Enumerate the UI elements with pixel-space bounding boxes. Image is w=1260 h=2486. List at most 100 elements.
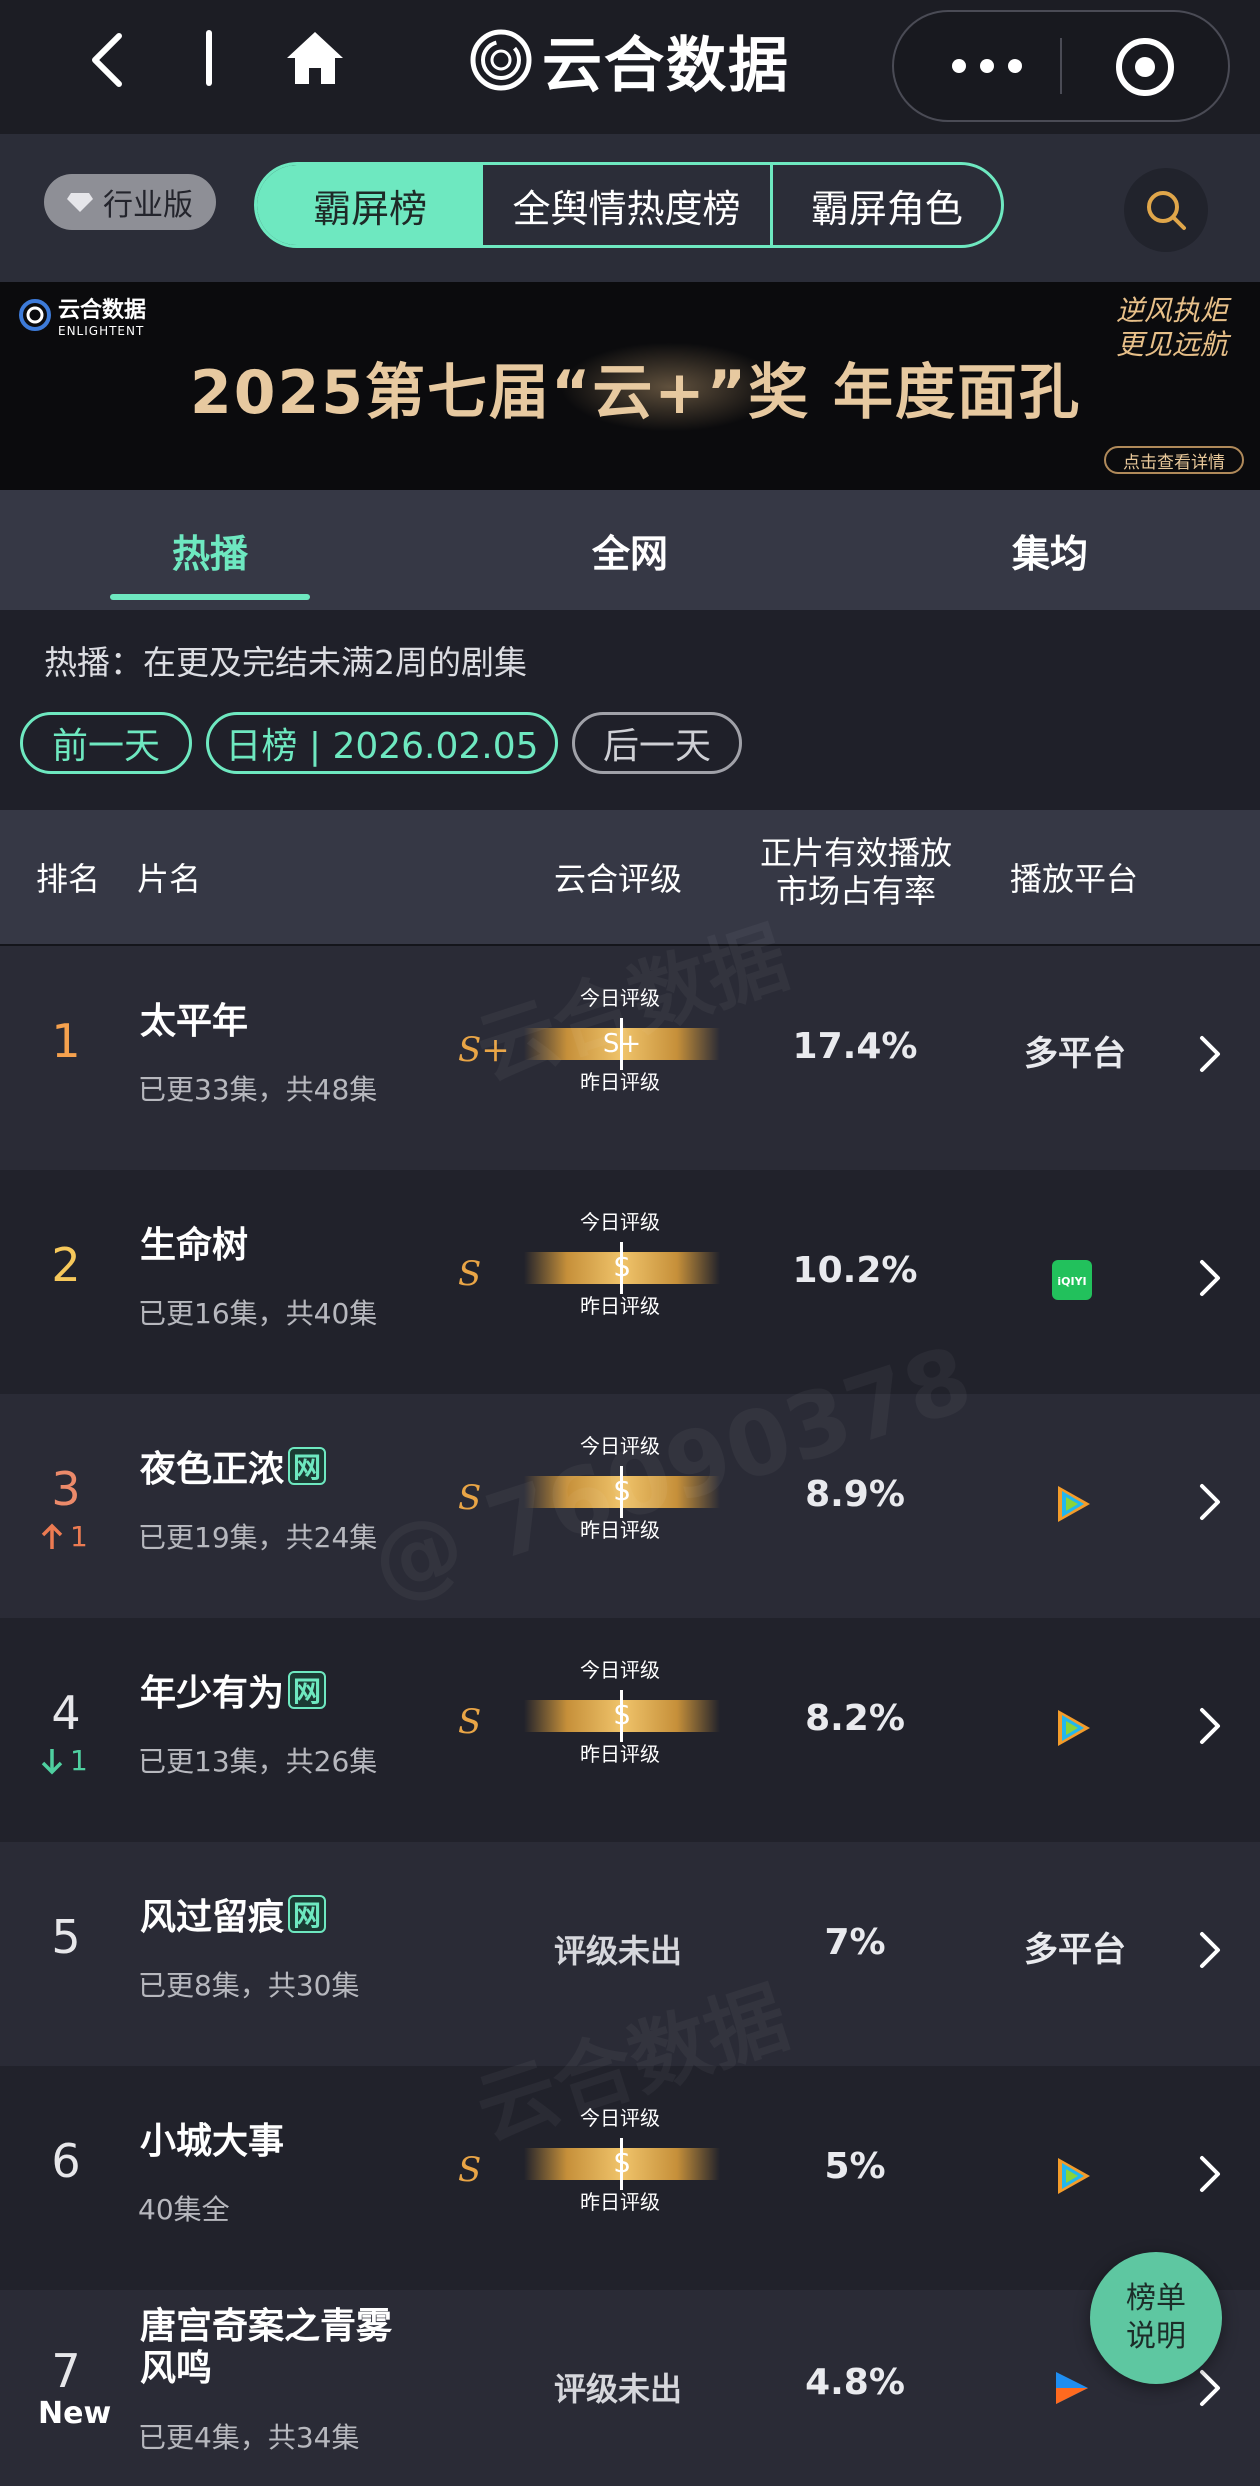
banner-title: 2025第七届“云+”奖 年度面孔: [190, 358, 1082, 428]
banner-logo-cn: 云合数据: [58, 298, 147, 323]
web-series-badge: 网: [288, 1895, 327, 1933]
rating-yesterday-label: 昨日评级: [580, 2190, 660, 2214]
table-row[interactable]: 4 1 年少有为网 已更13集，共26集 S 今日评级 S 昨日评级 8.2%: [0, 1618, 1260, 1842]
show-title-text: 夜色正浓: [140, 1449, 285, 1490]
episode-progress: 40集全: [138, 2193, 230, 2226]
rating-bar-grade: S+: [602, 1029, 642, 1059]
ranking-type-segmented-control: 霸屏榜 全舆情热度榜 霸屏角色: [254, 162, 1004, 248]
svg-text:iQIYI: iQIYI: [1057, 1275, 1086, 1288]
home-icon: [287, 32, 343, 84]
chevron-right-icon: [1200, 1932, 1220, 1968]
table-row[interactable]: 2 生命树 已更16集，共40集 S 今日评级 S 昨日评级 10.2% iQI…: [0, 1170, 1260, 1394]
rating-bar: S+: [524, 1018, 720, 1070]
banner-logo-en: ENLIGHTENT: [58, 324, 145, 338]
chevron-right-icon: [1200, 1484, 1220, 1520]
home-button[interactable]: [283, 28, 347, 88]
platform-text: 多平台: [1024, 1930, 1126, 1970]
rank-change: 1: [70, 1520, 88, 1553]
rating-yesterday-label: 昨日评级: [580, 1070, 660, 1094]
table-row[interactable]: 5 风过留痕网 已更8集，共30集 评级未出 7% 多平台: [0, 1842, 1260, 2066]
table-row[interactable]: 3 1 夜色正浓网 已更19集，共24集 S 今日评级 S 昨日评级 8.9%: [0, 1394, 1260, 1618]
grade-label: S: [458, 1254, 482, 1294]
rating-indicator: 今日评级 S+ 昨日评级: [520, 982, 730, 1094]
search-button[interactable]: [1124, 168, 1208, 252]
rating-today-label: 今日评级: [580, 1658, 660, 1682]
grade-label: S: [458, 2150, 482, 2190]
table-row[interactable]: 7 New 唐宫奇案之青雾 风鸣 已更4集，共34集 评级未出 4.8%: [0, 2290, 1260, 2486]
rank-number: 3: [51, 1462, 81, 1516]
mini-program-capsule: [892, 10, 1230, 122]
rating-bar-grade: S: [613, 2149, 631, 2179]
segment-screen-roles[interactable]: 霸屏角色: [773, 165, 1001, 245]
tab-per-episode[interactable]: 集均: [950, 490, 1150, 610]
rank-number: 4: [51, 1686, 81, 1740]
grade-label: S+: [458, 1030, 510, 1070]
promo-banner[interactable]: 云合数据 ENLIGHTENT 2025第七届“云+”奖 年度面孔 逆风执炬 更…: [0, 282, 1260, 490]
table-row[interactable]: 1 太平年 已更33集，共48集 S+ 今日评级 S+ 昨日评级 17.4% 多…: [0, 946, 1260, 1170]
youku-icon: [1056, 2372, 1088, 2404]
rank-number: 6: [51, 2134, 81, 2188]
show-title: 夜色正浓网: [140, 1440, 327, 1492]
next-day-button[interactable]: 后一天: [572, 712, 742, 774]
chevron-right-icon: [1200, 1036, 1220, 1072]
header-platform: 播放平台: [1010, 860, 1139, 898]
rating-bar: S: [524, 2138, 720, 2190]
current-date-picker[interactable]: 日榜 | 2026.02.05: [206, 712, 558, 774]
rank-number: 1: [51, 1014, 81, 1068]
rating-indicator: 今日评级 S 昨日评级: [520, 1206, 730, 1318]
header-share-line1: 正片有效播放: [759, 834, 952, 872]
ranking-explanation-button[interactable]: 榜单 说明: [1090, 2252, 1222, 2384]
rating-bar-grade: S: [613, 1253, 631, 1283]
header-share: 正片有效播放 市场占有率: [758, 834, 954, 910]
industry-edition-button[interactable]: 行业版: [44, 174, 216, 230]
more-button[interactable]: [942, 42, 1032, 90]
rating-bar: S: [524, 1690, 720, 1742]
rating-bar-grade: S: [613, 1701, 631, 1731]
tab-hot[interactable]: 热播: [110, 490, 310, 610]
banner-logo: 云合数据 ENLIGHTENT: [18, 292, 146, 338]
bar-separator: [206, 30, 212, 86]
more-dot: [1008, 59, 1022, 73]
table-row[interactable]: 6 小城大事 40集全 S 今日评级 S 昨日评级 5%: [0, 2066, 1260, 2290]
market-share: 8.9%: [805, 1474, 905, 1515]
show-title-text: 小城大事: [140, 2121, 285, 2162]
arrow-up-icon: [41, 1523, 63, 1549]
header-share-line2: 市场占有率: [775, 872, 936, 910]
banner-detail-button[interactable]: 点击查看详情: [1104, 446, 1244, 474]
show-title-line1: 唐宫奇案之青雾: [140, 2306, 393, 2347]
show-title: 唐宫奇案之青雾 风鸣: [140, 2306, 392, 2390]
iqiyi-icon: iQIYI: [1052, 1260, 1092, 1300]
show-title: 年少有为网: [140, 1664, 327, 1716]
market-share: 4.8%: [805, 2362, 905, 2403]
rating-today-label: 今日评级: [580, 1434, 660, 1458]
rating-yesterday-label: 昨日评级: [580, 1518, 660, 1542]
diamond-icon: [67, 193, 93, 212]
market-share: 7%: [824, 1922, 886, 1963]
close-mini-program-button[interactable]: [1114, 36, 1176, 98]
tab-all-network[interactable]: 全网: [530, 490, 730, 610]
header-name: 片名: [137, 860, 202, 898]
rank-new-badge: New: [38, 2396, 112, 2431]
platform-text: 多平台: [1024, 1034, 1126, 1074]
show-title: 太平年: [140, 992, 248, 1044]
banner-logo-text: 云合数据 ENLIGHTENT: [58, 292, 146, 338]
app-title: 云合数据: [542, 30, 790, 101]
yunhe-logo-icon: [19, 299, 51, 331]
episode-progress: 已更19集，共24集: [138, 1521, 378, 1554]
segment-public-opinion-ranking[interactable]: 全舆情热度榜: [483, 165, 773, 245]
chevron-right-icon: [1200, 2370, 1220, 2406]
chevron-right-icon: [1200, 2156, 1220, 2192]
web-series-badge: 网: [288, 1671, 327, 1709]
header-rank: 排名: [36, 860, 101, 898]
rating-today-label: 今日评级: [580, 1210, 660, 1234]
episode-progress: 已更8集，共30集: [138, 1969, 360, 2002]
segment-screen-ranking[interactable]: 霸屏榜: [257, 165, 484, 245]
rating-indicator: 今日评级 S 昨日评级: [520, 1654, 730, 1766]
back-button[interactable]: [82, 30, 132, 90]
rank-trend-down: 1: [40, 1744, 88, 1777]
active-tab-indicator: [110, 594, 310, 600]
market-share: 5%: [824, 2146, 886, 2187]
capsule-divider: [1060, 38, 1062, 94]
ranking-description: 热播：在更及完结未满2周的剧集: [44, 643, 527, 682]
previous-day-button[interactable]: 前一天: [20, 712, 192, 774]
